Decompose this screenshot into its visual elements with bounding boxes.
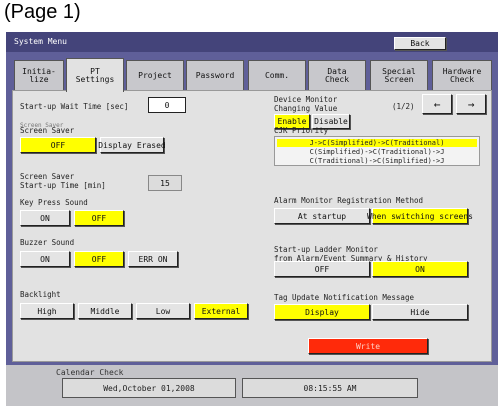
alarm-when-switching-button[interactable]: When switching screens bbox=[367, 208, 473, 224]
startup-wait-label: Start-up Wait Time [sec] bbox=[20, 102, 129, 111]
alarm-at-startup-button[interactable]: At startup bbox=[274, 208, 370, 224]
tag-update-label: Tag Update Notification Message bbox=[274, 293, 414, 302]
calendar-time-display[interactable]: 08:15:55 AM bbox=[242, 378, 418, 398]
display-erased-button[interactable]: Display Erased bbox=[98, 137, 166, 153]
cjk-option[interactable]: J->C(Simplified)->C(Traditional) bbox=[277, 139, 477, 147]
screen-saver-startup-label: Screen Saver Start-up Time [min] bbox=[20, 172, 106, 190]
cjk-option[interactable]: C(Simplified)->C(Traditional)->J bbox=[277, 148, 477, 156]
page-caption: (Page 1) bbox=[4, 1, 81, 23]
tab-data-check[interactable]: Data Check bbox=[308, 60, 366, 90]
pt-system-menu-screen: System Menu Back Initia- lize PT Setting… bbox=[6, 32, 498, 406]
tab-password[interactable]: Password bbox=[186, 60, 244, 90]
next-page-button[interactable]: → bbox=[456, 94, 486, 114]
tag-update-display-button[interactable]: Display bbox=[274, 304, 370, 320]
key-press-off-button[interactable]: OFF bbox=[74, 210, 124, 226]
tab-special-screen[interactable]: Special Screen bbox=[370, 60, 428, 90]
backlight-label: Backlight bbox=[20, 290, 61, 299]
ladder-monitor-on-button[interactable]: ON bbox=[372, 261, 468, 277]
prev-page-button[interactable]: ← bbox=[422, 94, 452, 114]
tab-comm[interactable]: Comm. bbox=[248, 60, 306, 90]
system-menu-title: System Menu bbox=[14, 37, 67, 46]
tab-pt-settings[interactable]: PT Settings bbox=[66, 58, 124, 92]
calendar-check-label: Calendar Check bbox=[56, 368, 124, 377]
alarm-monitor-label: Alarm Monitor Registration Method bbox=[274, 196, 424, 205]
backlight-low-button[interactable]: Low bbox=[136, 303, 190, 319]
screen-saver-label: Screen Saver bbox=[20, 126, 75, 135]
calendar-date-display[interactable]: Wed,October 01,2008 bbox=[62, 378, 236, 398]
key-press-sound-label: Key Press Sound bbox=[20, 198, 88, 207]
tab-project[interactable]: Project bbox=[126, 60, 184, 90]
ladder-monitor-off-button[interactable]: OFF bbox=[274, 261, 370, 277]
backlight-external-button[interactable]: External bbox=[194, 303, 248, 319]
startup-wait-input[interactable]: 0 bbox=[148, 97, 186, 113]
backlight-middle-button[interactable]: Middle bbox=[78, 303, 132, 319]
key-press-on-button[interactable]: ON bbox=[20, 210, 70, 226]
cjk-priority-list: J->C(Simplified)->C(Traditional) C(Simpl… bbox=[274, 136, 480, 166]
screen-saver-startup-input[interactable]: 15 bbox=[148, 175, 182, 191]
buzzer-err-on-button[interactable]: ERR ON bbox=[128, 251, 178, 267]
settings-panel bbox=[12, 90, 492, 362]
write-button[interactable]: Write bbox=[308, 338, 428, 354]
cjk-priority-label: CJK Priority bbox=[274, 126, 329, 135]
backlight-high-button[interactable]: High bbox=[20, 303, 74, 319]
page-indicator: (1/2) bbox=[392, 102, 415, 111]
tab-hardware-check[interactable]: Hardware Check bbox=[432, 60, 492, 90]
tag-update-hide-button[interactable]: Hide bbox=[372, 304, 468, 320]
buzzer-sound-label: Buzzer Sound bbox=[20, 238, 75, 247]
back-button[interactable]: Back bbox=[394, 37, 446, 50]
device-monitor-label: Device Monitor Changing Value bbox=[274, 95, 338, 113]
screen-saver-off-button[interactable]: OFF bbox=[20, 137, 96, 153]
tab-initialize[interactable]: Initia- lize bbox=[14, 60, 64, 90]
buzzer-off-button[interactable]: OFF bbox=[74, 251, 124, 267]
buzzer-on-button[interactable]: ON bbox=[20, 251, 70, 267]
cjk-option[interactable]: C(Traditional)->C(Simplified)->J bbox=[277, 157, 477, 165]
